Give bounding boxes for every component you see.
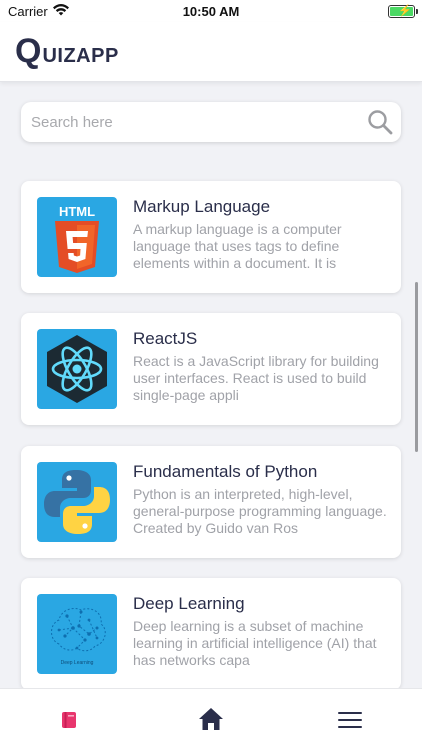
react-logo-icon	[37, 329, 117, 409]
html-thumb-label: HTML	[59, 204, 95, 219]
logo-initial: Q	[15, 32, 43, 70]
deep-learning-thumb-label: Deep Learning	[61, 660, 94, 666]
bottom-tab-bar	[0, 688, 422, 750]
logo-text: UIZAPP	[42, 45, 119, 67]
app-logo: QUIZAPP	[15, 32, 119, 71]
topic-title: Fundamentals of Python	[133, 462, 318, 481]
topic-card-reactjs[interactable]: ReactJS React is a JavaScript library fo…	[21, 313, 401, 425]
status-time: 10:50 AM	[182, 4, 240, 19]
topic-description: Deep learning is a subset of machine lea…	[133, 618, 377, 668]
home-icon[interactable]	[198, 706, 224, 737]
book-icon[interactable]	[60, 711, 78, 734]
topic-card-python[interactable]: Fundamentals of Python Python is an inte…	[21, 446, 401, 558]
search-icon[interactable]	[367, 109, 393, 140]
topic-title: Deep Learning	[133, 594, 245, 613]
topic-card-markup-language[interactable]: HTML Markup Language A markup language i…	[21, 181, 401, 293]
html5-logo-icon: HTML	[37, 197, 117, 277]
topic-description: React is a JavaScript library for buildi…	[133, 353, 379, 403]
python-logo-icon	[37, 462, 117, 542]
brain-network-icon: Deep Learning	[37, 594, 117, 674]
menu-icon[interactable]	[338, 711, 362, 734]
app-header: QUIZAPP	[0, 22, 422, 82]
topic-description: Python is an interpreted, high-level, ge…	[133, 486, 387, 536]
topic-description: A markup language is a computer language…	[133, 221, 342, 271]
status-bar: Carrier 10:50 AM ⚡	[0, 0, 422, 22]
topic-card-deep-learning[interactable]: Deep Learning Deep Learning Deep learnin…	[21, 578, 401, 690]
battery-icon: ⚡	[388, 5, 418, 18]
topic-title: Markup Language	[133, 197, 271, 216]
search-bar	[21, 102, 401, 142]
scrollbar[interactable]	[415, 282, 418, 452]
search-input[interactable]	[31, 110, 351, 134]
topic-title: ReactJS	[133, 329, 198, 348]
